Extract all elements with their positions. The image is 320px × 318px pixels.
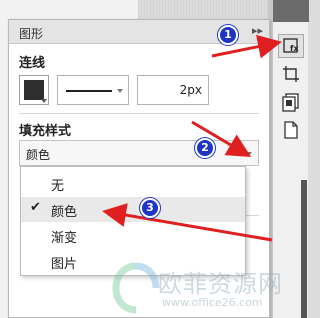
step-badge-3: 3 <box>140 198 160 218</box>
annotation-arrows <box>102 34 282 242</box>
step-badge-1: 1 <box>218 25 238 45</box>
arrow-to-shape-format <box>211 34 282 59</box>
step-badge-2: 2 <box>195 138 215 158</box>
arrow-to-color-item <box>102 203 273 242</box>
